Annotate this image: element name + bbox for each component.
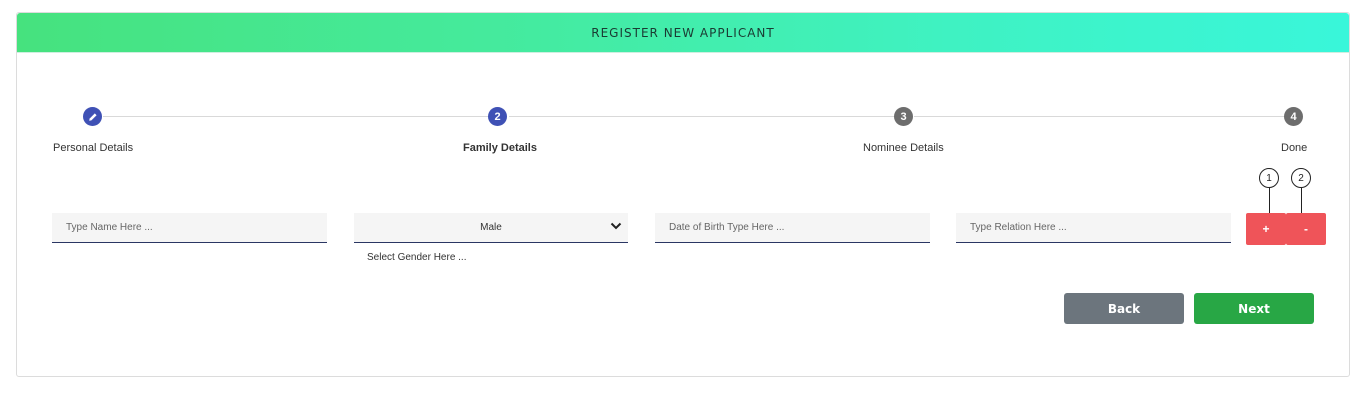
marker-number: 2 [1298,172,1304,184]
step-4-circle[interactable]: 4 [1284,107,1303,126]
back-button-label: Back [1107,301,1141,316]
gender-selected-value: Male [480,222,502,233]
add-row-label: + [1262,222,1270,236]
step-label-personal: Personal Details [53,142,134,154]
dob-input[interactable]: Date of Birth Type Here ... [655,213,930,243]
step-number: 3 [900,110,907,123]
chevron-down-icon [610,222,622,230]
name-input[interactable]: Type Name Here ... [52,213,327,243]
pencil-icon [88,112,97,121]
gender-helper-text: Select Gender Here ... [367,252,467,263]
marker-line [1269,188,1270,213]
back-button[interactable]: Back [1064,293,1184,324]
step-label-done: Done [1281,142,1308,154]
step-connector [914,116,1285,117]
marker-line [1301,188,1302,213]
step-connector [103,116,490,117]
gender-select[interactable]: Male [354,213,628,243]
annotation-marker-1: 1 [1259,168,1279,188]
add-row-button[interactable]: + [1246,213,1286,245]
remove-row-button[interactable]: - [1286,213,1326,245]
step-2-circle[interactable]: 2 [488,107,507,126]
stepper: 2 3 4 Personal Details Family Details No… [17,13,1351,173]
step-number: 2 [494,110,501,123]
remove-row-label: - [1304,222,1308,236]
register-card: REGISTER NEW APPLICANT 2 3 4 Personal De… [16,12,1350,377]
next-button-label: Next [1238,301,1270,316]
step-label-family: Family Details [463,142,537,154]
marker-number: 1 [1266,172,1272,184]
step-connector [509,116,895,117]
step-1-circle[interactable] [83,107,102,126]
annotation-marker-2: 2 [1291,168,1311,188]
step-3-circle[interactable]: 3 [894,107,913,126]
step-number: 4 [1290,110,1297,123]
relation-input[interactable]: Type Relation Here ... [956,213,1231,243]
step-label-nominee: Nominee Details [863,142,944,154]
next-button[interactable]: Next [1194,293,1314,324]
